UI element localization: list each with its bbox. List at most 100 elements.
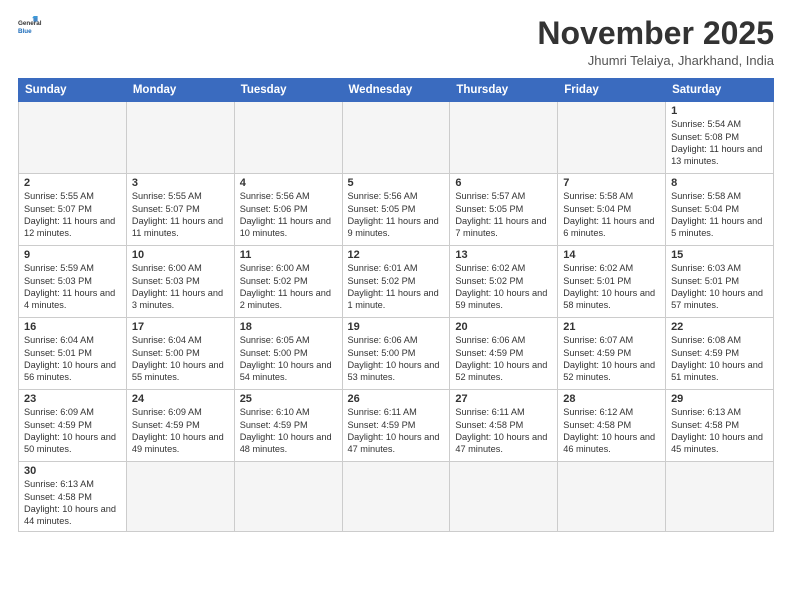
calendar-cell: 18Sunrise: 6:05 AM Sunset: 5:00 PM Dayli…: [234, 318, 342, 390]
calendar-cell: 26Sunrise: 6:11 AM Sunset: 4:59 PM Dayli…: [342, 390, 450, 462]
day-info: Sunrise: 6:00 AM Sunset: 5:02 PM Dayligh…: [240, 262, 337, 312]
day-number: 5: [348, 177, 445, 189]
day-info: Sunrise: 6:07 AM Sunset: 4:59 PM Dayligh…: [563, 334, 660, 384]
calendar-cell: 7Sunrise: 5:58 AM Sunset: 5:04 PM Daylig…: [558, 174, 666, 246]
day-info: Sunrise: 5:56 AM Sunset: 5:05 PM Dayligh…: [348, 190, 445, 240]
day-number: 1: [671, 105, 768, 117]
calendar-cell: 28Sunrise: 6:12 AM Sunset: 4:58 PM Dayli…: [558, 390, 666, 462]
day-info: Sunrise: 5:58 AM Sunset: 5:04 PM Dayligh…: [671, 190, 768, 240]
calendar-cell: 25Sunrise: 6:10 AM Sunset: 4:59 PM Dayli…: [234, 390, 342, 462]
day-number: 24: [132, 393, 229, 405]
calendar-cell: 22Sunrise: 6:08 AM Sunset: 4:59 PM Dayli…: [666, 318, 774, 390]
day-info: Sunrise: 5:55 AM Sunset: 5:07 PM Dayligh…: [24, 190, 121, 240]
day-number: 26: [348, 393, 445, 405]
day-number: 19: [348, 321, 445, 333]
day-number: 21: [563, 321, 660, 333]
calendar-cell: 11Sunrise: 6:00 AM Sunset: 5:02 PM Dayli…: [234, 246, 342, 318]
calendar-cell: 17Sunrise: 6:04 AM Sunset: 5:00 PM Dayli…: [126, 318, 234, 390]
calendar-cell: 13Sunrise: 6:02 AM Sunset: 5:02 PM Dayli…: [450, 246, 558, 318]
calendar-cell: 14Sunrise: 6:02 AM Sunset: 5:01 PM Dayli…: [558, 246, 666, 318]
calendar-week-row: 1Sunrise: 5:54 AM Sunset: 5:08 PM Daylig…: [19, 102, 774, 174]
calendar-cell: [450, 462, 558, 532]
calendar-week-row: 16Sunrise: 6:04 AM Sunset: 5:01 PM Dayli…: [19, 318, 774, 390]
calendar-cell: [342, 462, 450, 532]
calendar-cell: 23Sunrise: 6:09 AM Sunset: 4:59 PM Dayli…: [19, 390, 127, 462]
day-number: 17: [132, 321, 229, 333]
day-info: Sunrise: 6:09 AM Sunset: 4:59 PM Dayligh…: [24, 406, 121, 456]
calendar-cell: [126, 102, 234, 174]
calendar-header-saturday: Saturday: [666, 79, 774, 102]
calendar-header-wednesday: Wednesday: [342, 79, 450, 102]
day-number: 9: [24, 249, 121, 261]
day-number: 4: [240, 177, 337, 189]
calendar-cell: 3Sunrise: 5:55 AM Sunset: 5:07 PM Daylig…: [126, 174, 234, 246]
day-info: Sunrise: 6:05 AM Sunset: 5:00 PM Dayligh…: [240, 334, 337, 384]
day-number: 12: [348, 249, 445, 261]
calendar-header-monday: Monday: [126, 79, 234, 102]
month-title: November 2025: [537, 16, 774, 51]
day-number: 15: [671, 249, 768, 261]
day-info: Sunrise: 6:02 AM Sunset: 5:02 PM Dayligh…: [455, 262, 552, 312]
calendar-cell: 6Sunrise: 5:57 AM Sunset: 5:05 PM Daylig…: [450, 174, 558, 246]
logo-icon: General Blue: [18, 16, 46, 44]
calendar-header-sunday: Sunday: [19, 79, 127, 102]
day-info: Sunrise: 5:57 AM Sunset: 5:05 PM Dayligh…: [455, 190, 552, 240]
day-info: Sunrise: 6:00 AM Sunset: 5:03 PM Dayligh…: [132, 262, 229, 312]
day-info: Sunrise: 5:54 AM Sunset: 5:08 PM Dayligh…: [671, 118, 768, 168]
day-info: Sunrise: 5:55 AM Sunset: 5:07 PM Dayligh…: [132, 190, 229, 240]
day-number: 14: [563, 249, 660, 261]
day-number: 20: [455, 321, 552, 333]
calendar-header-row: SundayMondayTuesdayWednesdayThursdayFrid…: [19, 79, 774, 102]
subtitle: Jhumri Telaiya, Jharkhand, India: [537, 53, 774, 68]
calendar-week-row: 30Sunrise: 6:13 AM Sunset: 4:58 PM Dayli…: [19, 462, 774, 532]
svg-text:Blue: Blue: [18, 28, 32, 35]
svg-text:General: General: [18, 20, 42, 27]
calendar-week-row: 9Sunrise: 5:59 AM Sunset: 5:03 PM Daylig…: [19, 246, 774, 318]
day-info: Sunrise: 6:01 AM Sunset: 5:02 PM Dayligh…: [348, 262, 445, 312]
header: General Blue November 2025 Jhumri Telaiy…: [18, 16, 774, 68]
calendar-cell: 10Sunrise: 6:00 AM Sunset: 5:03 PM Dayli…: [126, 246, 234, 318]
calendar-cell: 1Sunrise: 5:54 AM Sunset: 5:08 PM Daylig…: [666, 102, 774, 174]
calendar-cell: 8Sunrise: 5:58 AM Sunset: 5:04 PM Daylig…: [666, 174, 774, 246]
day-info: Sunrise: 6:08 AM Sunset: 4:59 PM Dayligh…: [671, 334, 768, 384]
calendar-cell: 15Sunrise: 6:03 AM Sunset: 5:01 PM Dayli…: [666, 246, 774, 318]
day-number: 25: [240, 393, 337, 405]
day-number: 18: [240, 321, 337, 333]
calendar-cell: [342, 102, 450, 174]
day-info: Sunrise: 5:56 AM Sunset: 5:06 PM Dayligh…: [240, 190, 337, 240]
calendar-cell: [558, 102, 666, 174]
calendar-cell: [19, 102, 127, 174]
day-info: Sunrise: 6:04 AM Sunset: 5:00 PM Dayligh…: [132, 334, 229, 384]
calendar-cell: 30Sunrise: 6:13 AM Sunset: 4:58 PM Dayli…: [19, 462, 127, 532]
calendar-cell: [666, 462, 774, 532]
day-number: 3: [132, 177, 229, 189]
day-number: 8: [671, 177, 768, 189]
calendar-cell: [234, 102, 342, 174]
day-info: Sunrise: 6:12 AM Sunset: 4:58 PM Dayligh…: [563, 406, 660, 456]
day-number: 22: [671, 321, 768, 333]
calendar-cell: 29Sunrise: 6:13 AM Sunset: 4:58 PM Dayli…: [666, 390, 774, 462]
title-block: November 2025 Jhumri Telaiya, Jharkhand,…: [537, 16, 774, 68]
calendar-header-thursday: Thursday: [450, 79, 558, 102]
logo: General Blue: [18, 16, 46, 44]
calendar-cell: 16Sunrise: 6:04 AM Sunset: 5:01 PM Dayli…: [19, 318, 127, 390]
day-info: Sunrise: 6:11 AM Sunset: 4:59 PM Dayligh…: [348, 406, 445, 456]
day-number: 2: [24, 177, 121, 189]
day-info: Sunrise: 5:59 AM Sunset: 5:03 PM Dayligh…: [24, 262, 121, 312]
calendar-cell: 24Sunrise: 6:09 AM Sunset: 4:59 PM Dayli…: [126, 390, 234, 462]
day-info: Sunrise: 6:06 AM Sunset: 5:00 PM Dayligh…: [348, 334, 445, 384]
calendar-cell: [126, 462, 234, 532]
day-number: 29: [671, 393, 768, 405]
calendar-cell: 12Sunrise: 6:01 AM Sunset: 5:02 PM Dayli…: [342, 246, 450, 318]
calendar-cell: 21Sunrise: 6:07 AM Sunset: 4:59 PM Dayli…: [558, 318, 666, 390]
day-number: 11: [240, 249, 337, 261]
calendar-cell: [558, 462, 666, 532]
calendar-cell: 19Sunrise: 6:06 AM Sunset: 5:00 PM Dayli…: [342, 318, 450, 390]
day-number: 7: [563, 177, 660, 189]
calendar-cell: 27Sunrise: 6:11 AM Sunset: 4:58 PM Dayli…: [450, 390, 558, 462]
calendar-cell: 2Sunrise: 5:55 AM Sunset: 5:07 PM Daylig…: [19, 174, 127, 246]
calendar-cell: 5Sunrise: 5:56 AM Sunset: 5:05 PM Daylig…: [342, 174, 450, 246]
day-info: Sunrise: 6:03 AM Sunset: 5:01 PM Dayligh…: [671, 262, 768, 312]
day-number: 16: [24, 321, 121, 333]
calendar-cell: 20Sunrise: 6:06 AM Sunset: 4:59 PM Dayli…: [450, 318, 558, 390]
